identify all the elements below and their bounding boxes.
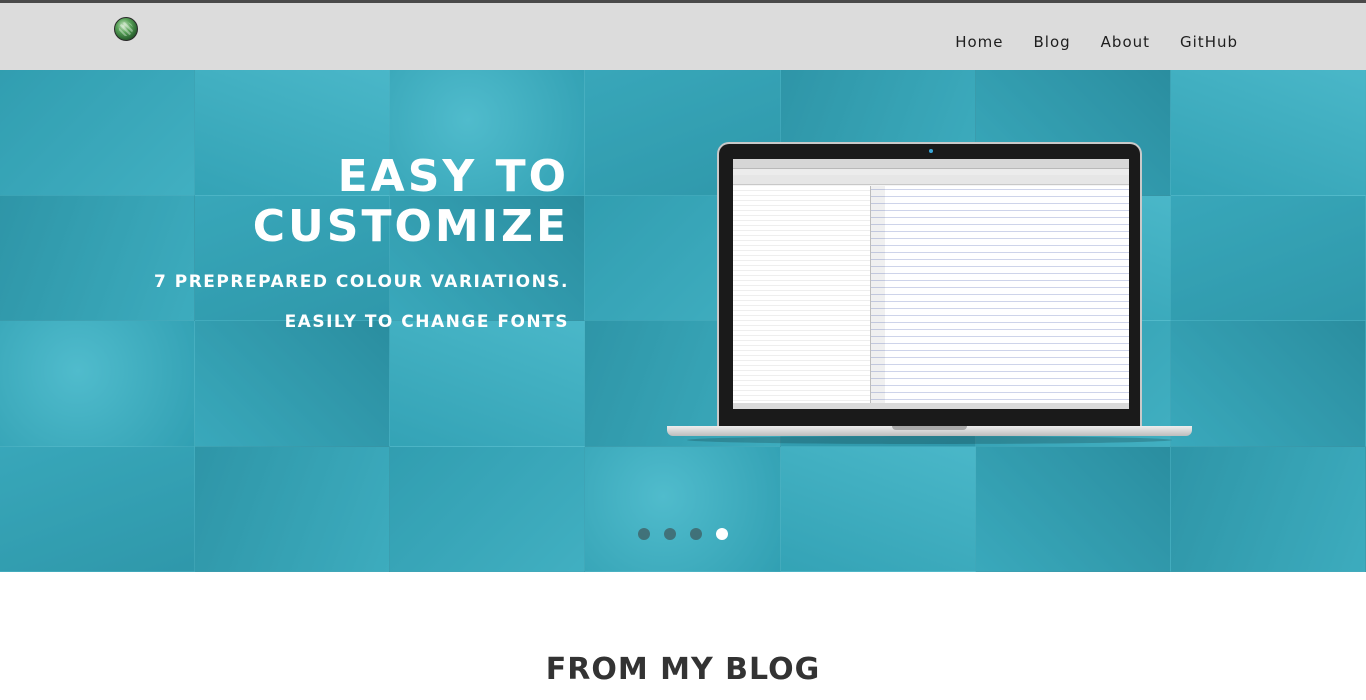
hero-carousel: EASY TO CUSTOMIZE 7 PREPREPARED COLOUR V… <box>0 70 1366 572</box>
hero-subline-colours: 7 PREPREPARED COLOUR VARIATIONS. <box>154 272 569 292</box>
site-logo-icon[interactable] <box>114 17 138 41</box>
carousel-dot-1[interactable] <box>638 528 650 540</box>
hero-headline: EASY TO CUSTOMIZE <box>49 152 569 252</box>
nav-blog-link[interactable]: Blog <box>1033 33 1070 51</box>
laptop-lid <box>717 142 1142 426</box>
carousel-dot-3[interactable] <box>690 528 702 540</box>
webcam-icon <box>929 149 933 153</box>
carousel-indicators <box>638 528 728 540</box>
hero-subline-fonts: EASILY TO CHANGE FONTS <box>284 312 569 332</box>
site-header: Home Blog About GitHub <box>0 0 1366 70</box>
main-nav: Home Blog About GitHub <box>955 33 1238 51</box>
blog-section-title: FROM MY BLOG <box>545 652 821 687</box>
hero-caption: EASY TO CUSTOMIZE 7 PREPREPARED COLOUR V… <box>49 152 569 333</box>
ide-code-view <box>871 186 1129 403</box>
laptop-screen <box>733 159 1129 409</box>
hero-headline-line1: EASY TO <box>337 151 569 202</box>
nav-home-link[interactable]: Home <box>955 33 1003 51</box>
hero-headline-line2: CUSTOMIZE <box>252 201 569 252</box>
carousel-dot-4[interactable] <box>716 528 728 540</box>
nav-about-link[interactable]: About <box>1101 33 1150 51</box>
nav-github-link[interactable]: GitHub <box>1180 33 1238 51</box>
ide-file-tree <box>733 186 871 403</box>
laptop-code-editor-screenshot <box>667 142 1192 444</box>
carousel-dot-2[interactable] <box>664 528 676 540</box>
